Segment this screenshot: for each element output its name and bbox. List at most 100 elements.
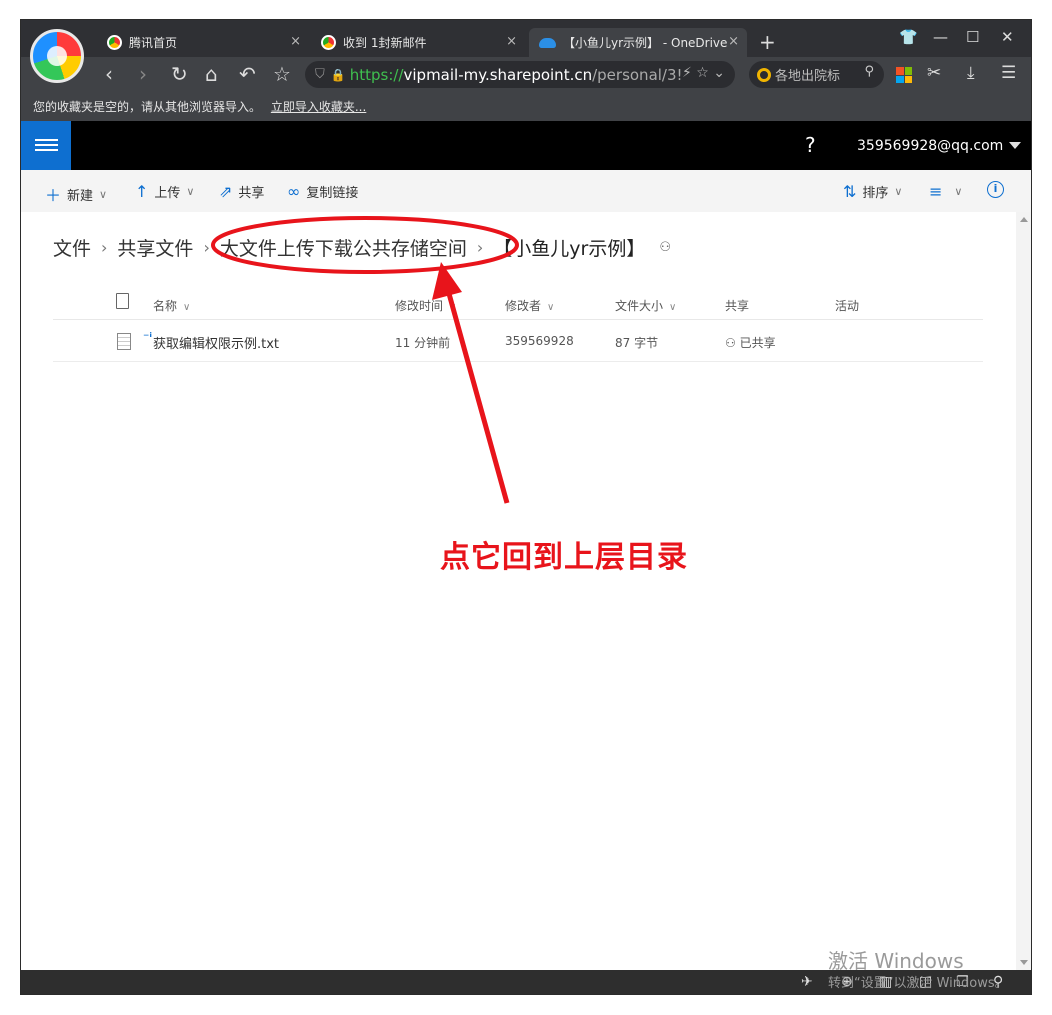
share-arrow-icon: ⇗: [219, 182, 233, 201]
address-bar[interactable]: ⛉ 🔒 https:// vipmail-my.sharepoint.cn /p…: [305, 61, 735, 88]
shared-people-icon[interactable]: ⚇: [659, 240, 671, 255]
apps-grid-icon[interactable]: [896, 67, 912, 83]
column-label: 修改时间: [395, 299, 444, 313]
scroll-down-icon[interactable]: [1020, 960, 1028, 965]
download-icon[interactable]: ⤓: [967, 63, 975, 83]
command-bar: ＋ 新建 ∨ ↑ 上传 ∨ ⇗ 共享 ∞ 复制链接 ⇅ 排序 ∨ ≡ ∨ i: [21, 170, 1031, 212]
chevron-down-icon: ∨: [186, 185, 195, 198]
undo-close-icon[interactable]: ↶: [239, 62, 256, 86]
chevron-down-icon: ∨: [894, 185, 903, 198]
vertical-scrollbar[interactable]: [1016, 212, 1031, 970]
address-toolbar: ‹ › ↻ ⌂ ↶ ☆ ⛉ 🔒 https:// vipmail-my.shar…: [21, 57, 1031, 93]
copy-link-label: 复制链接: [306, 186, 359, 201]
column-sharing[interactable]: 共享: [725, 297, 749, 314]
info-icon[interactable]: i: [987, 181, 1004, 198]
scissors-icon[interactable]: ✂: [927, 63, 941, 83]
new-button[interactable]: ＋ 新建 ∨: [45, 182, 107, 206]
view-options-button[interactable]: ≡ ∨: [929, 182, 962, 201]
column-modified-by[interactable]: 修改者 ∨: [505, 297, 554, 314]
breadcrumb-shared-files[interactable]: 共享文件: [117, 234, 193, 261]
close-icon[interactable]: ×: [290, 34, 301, 49]
new-tab-button[interactable]: +: [759, 30, 776, 54]
menu-icon[interactable]: ☰: [1001, 63, 1016, 83]
home-icon[interactable]: ⌂: [205, 62, 218, 86]
close-window-icon[interactable]: ✕: [1001, 28, 1014, 46]
column-name[interactable]: 名称 ∨: [153, 297, 190, 314]
file-modified-by: 359569928: [505, 334, 574, 348]
tab-label: 收到 1封新邮件: [343, 36, 427, 50]
file-type-icon: [116, 293, 129, 309]
maximize-icon[interactable]: ☐: [966, 28, 979, 46]
breadcrumb: 文件 › 共享文件 › 大文件上传下载公共存储空间 › 【小鱼儿yr示例】 ⚇: [53, 232, 671, 262]
tab-bar: 腾讯首页 × 收到 1封新邮件 × 【小鱼儿yr示例】 - OneDrive ×…: [21, 20, 1031, 57]
file-sharing[interactable]: ⚇ 已共享: [725, 334, 776, 351]
upload-arrow-icon: ↑: [135, 182, 149, 201]
sort-label: 排序: [862, 186, 889, 201]
chevron-down-icon: ∨: [954, 185, 963, 198]
file-modified: 11 分钟前: [395, 336, 451, 350]
shared-people-icon: ⚇: [725, 336, 740, 350]
skin-icon[interactable]: 👕: [899, 28, 918, 46]
column-activity[interactable]: 活动: [835, 297, 859, 314]
chevron-right-icon: ›: [203, 237, 210, 257]
chevron-down-icon: ∨: [669, 302, 677, 313]
url-actions-icon[interactable]: ⚡ ☆ ⌄: [682, 65, 725, 81]
close-icon[interactable]: ×: [728, 34, 739, 49]
help-button[interactable]: ?: [805, 133, 816, 157]
close-icon[interactable]: ×: [506, 34, 517, 49]
favorite-star-icon[interactable]: ☆: [273, 62, 291, 86]
hamburger-line: [35, 144, 58, 146]
table-row[interactable]: ⁻ⁱ 获取编辑权限示例.txt 11 分钟前 359569928 87 字节 ⚇…: [53, 322, 983, 362]
text-file-icon: [117, 333, 131, 350]
share-button[interactable]: ⇗ 共享: [219, 182, 264, 201]
activation-watermark-title: 激活 Windows: [828, 949, 964, 973]
import-bookmarks-link[interactable]: 立即导入收藏夹...: [271, 100, 366, 114]
tab-onedrive[interactable]: 【小鱼儿yr示例】 - OneDrive ×: [529, 28, 747, 57]
sort-icon: ⇅: [843, 182, 857, 201]
hamburger-line: [35, 139, 58, 141]
sharing-label: 已共享: [739, 336, 776, 350]
file-list-header: 名称 ∨ 修改时间 ∨ 修改者 ∨ 文件大小 ∨ 共享 活动: [53, 290, 983, 320]
search-icon[interactable]: ⚲: [864, 64, 874, 79]
sort-button[interactable]: ⇅ 排序 ∨: [843, 182, 902, 201]
new-label: 新建: [67, 188, 94, 204]
breadcrumb-files[interactable]: 文件: [53, 234, 91, 261]
tab-label: 【小鱼儿yr示例】 - OneDrive: [563, 36, 728, 50]
file-size: 87 字节: [615, 336, 659, 350]
column-modified[interactable]: 修改时间 ∨: [395, 297, 456, 314]
browser-window: 腾讯首页 × 收到 1封新邮件 × 【小鱼儿yr示例】 - OneDrive ×…: [20, 19, 1032, 995]
upload-button[interactable]: ↑ 上传 ∨: [135, 182, 194, 201]
forward-icon[interactable]: ›: [139, 62, 147, 86]
chevron-down-icon[interactable]: [1009, 142, 1021, 149]
url-scheme: https://: [349, 65, 404, 84]
account-name[interactable]: 359569928@qq.com: [857, 138, 1003, 154]
new-file-marker-icon: ⁻ⁱ: [143, 330, 152, 344]
copy-link-button[interactable]: ∞ 复制链接: [287, 182, 358, 201]
bookmark-bar: 您的收藏夹是空的，请从其他浏览器导入。 立即导入收藏夹...: [21, 93, 1031, 121]
shield-icon: ⛉: [315, 67, 325, 82]
back-icon[interactable]: ‹: [105, 62, 113, 86]
url-path: /personal/3!: [592, 65, 683, 84]
reload-icon[interactable]: ↻: [171, 62, 188, 86]
rocket-icon[interactable]: ✈: [801, 974, 813, 990]
search-placeholder: 各地出院标: [775, 69, 841, 84]
breadcrumb-current-folder: 【小鱼儿yr示例】: [493, 237, 646, 260]
chevron-down-icon: ∨: [547, 302, 555, 313]
tab-mail[interactable]: 收到 1封新邮件 ×: [311, 28, 525, 57]
lock-icon: 🔒: [330, 67, 346, 82]
column-label: 活动: [835, 299, 860, 313]
column-label: 文件大小: [615, 299, 664, 313]
search-input[interactable]: 各地出院标 ⚲: [749, 61, 884, 88]
app-launcher-button[interactable]: [21, 121, 71, 170]
breadcrumb-parent-folder[interactable]: 大文件上传下载公共存储空间: [220, 234, 467, 261]
url-host: vipmail-my.sharepoint.cn: [403, 65, 593, 84]
onedrive-header: ? 359569928@qq.com: [21, 121, 1031, 170]
tab-tencent-home[interactable]: 腾讯首页 ×: [97, 28, 309, 57]
link-icon: ∞: [287, 182, 301, 201]
list-view-icon: ≡: [929, 182, 943, 201]
column-size[interactable]: 文件大小 ∨: [615, 297, 676, 314]
scroll-up-icon[interactable]: [1020, 217, 1028, 222]
minimize-icon[interactable]: —: [933, 28, 948, 46]
file-name-link[interactable]: 获取编辑权限示例.txt: [153, 333, 279, 352]
browser-logo: [30, 29, 84, 83]
